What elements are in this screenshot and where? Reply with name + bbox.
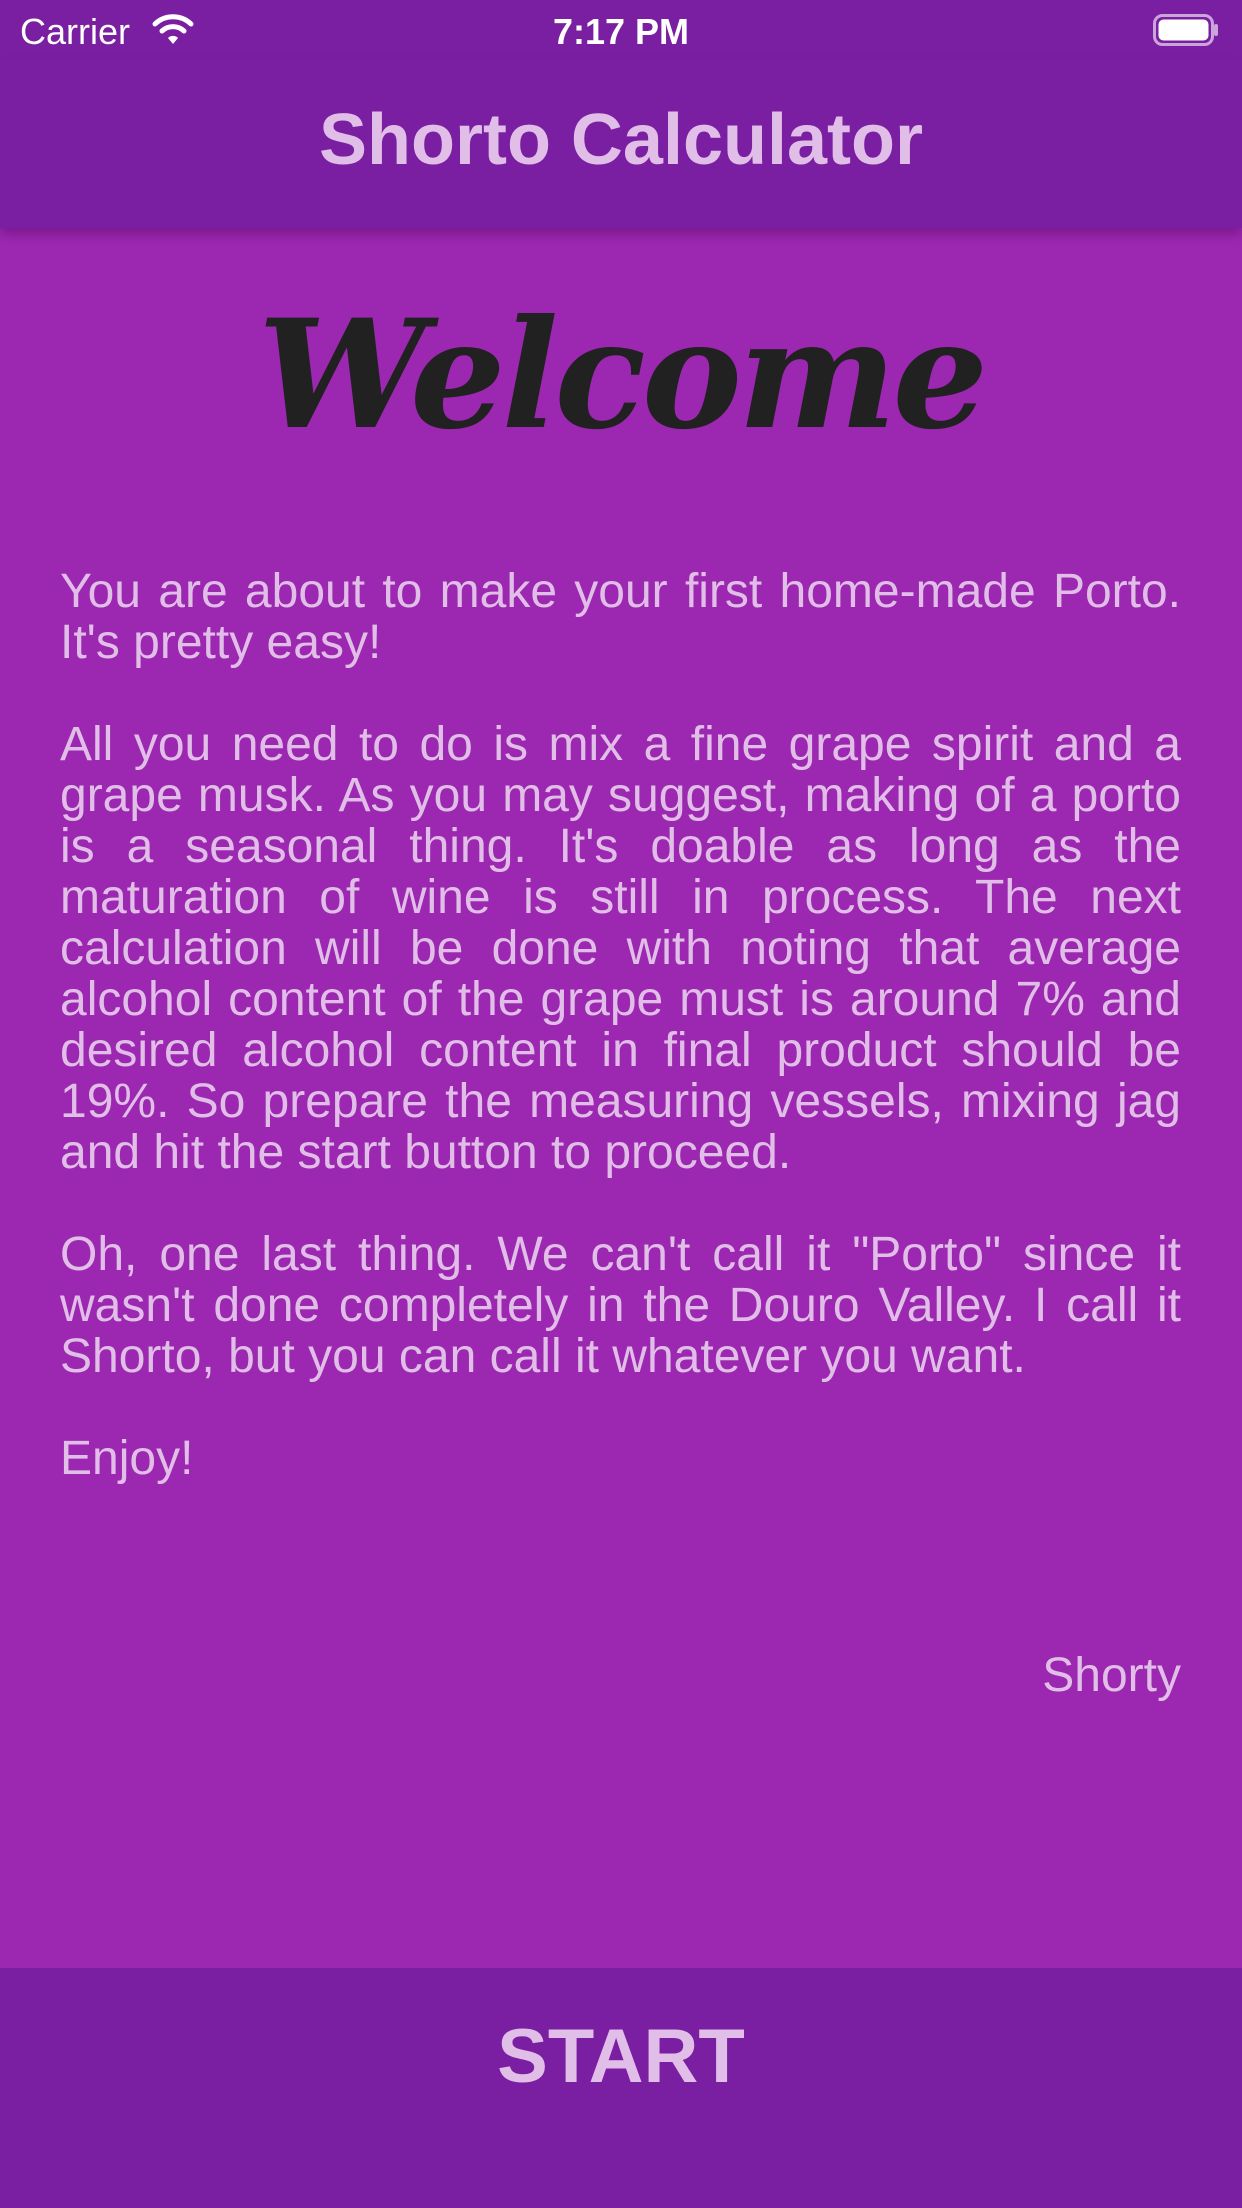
status-time: 7:17 PM: [552, 11, 690, 52]
naming-paragraph: Oh, one last thing. We can't call it "Po…: [60, 1228, 1181, 1383]
welcome-heading: Welcome: [257, 287, 988, 463]
start-button[interactable]: START: [0, 1968, 1242, 2208]
signature: Shorty: [1042, 1649, 1181, 1702]
battery-icon: [1153, 14, 1218, 46]
page-title: Shorto Calculator: [318, 100, 924, 180]
nav-bar: Shorto Calculator: [0, 60, 1242, 228]
instructions-paragraph: All you need to do is mix a fine grape s…: [60, 718, 1181, 1179]
enjoy-paragraph: Enjoy!: [60, 1432, 194, 1485]
intro-text: You are about to make your first home-ma…: [60, 566, 1181, 1535]
intro-paragraph: You are about to make your first home-ma…: [60, 565, 1181, 669]
start-button-label: START: [497, 2014, 745, 2099]
status-bar: Carrier 7:17 PM: [0, 0, 1242, 60]
